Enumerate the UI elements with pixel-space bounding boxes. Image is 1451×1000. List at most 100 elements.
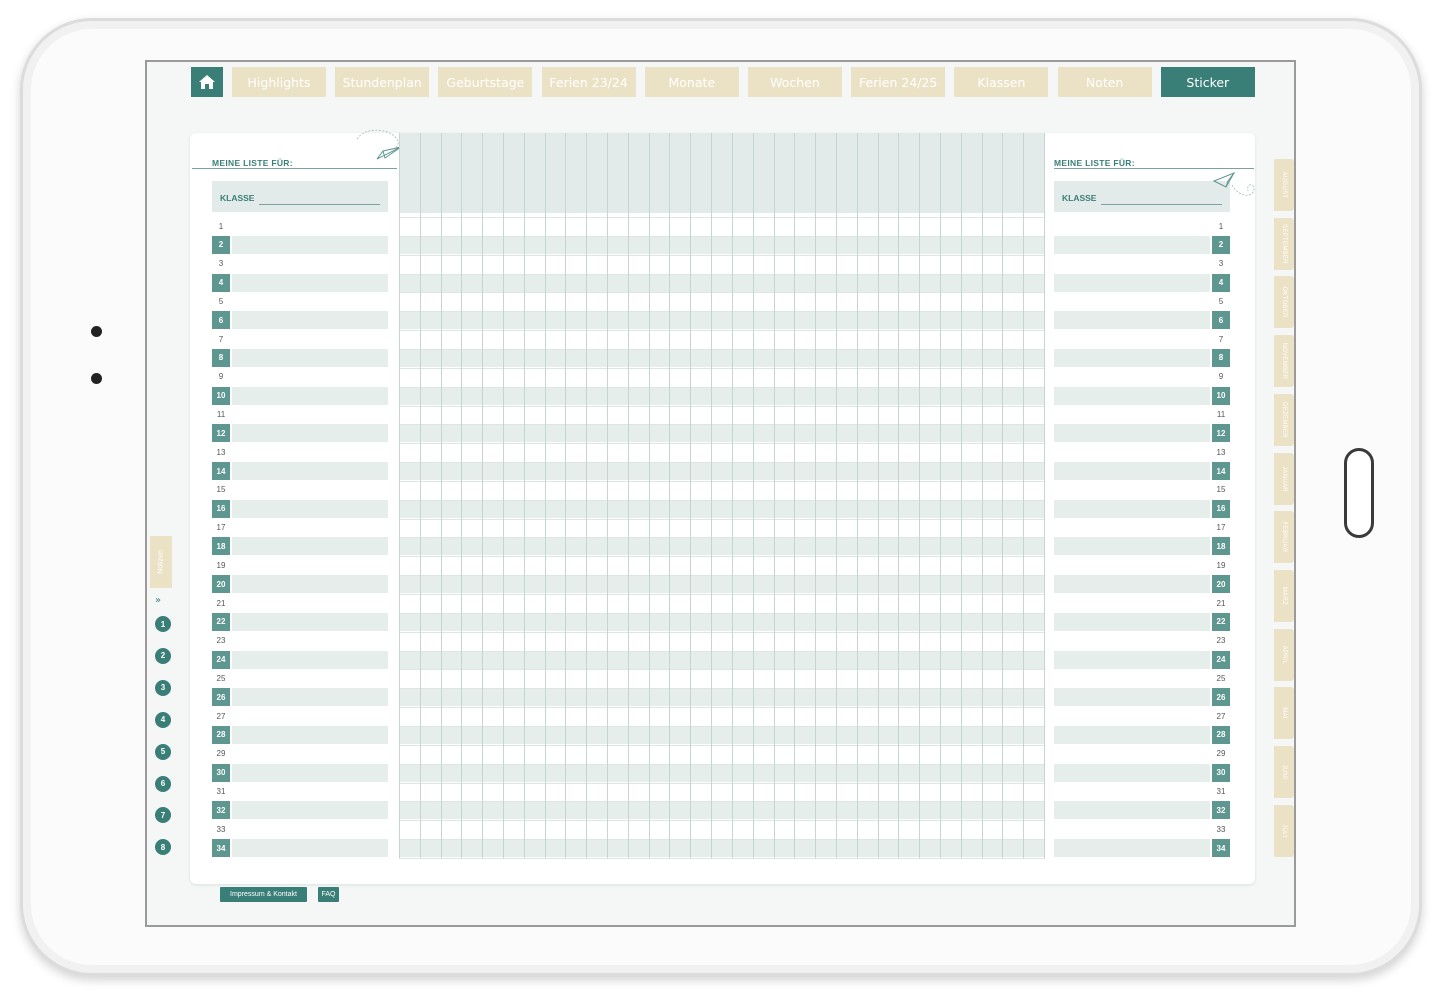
name-row[interactable]: 13 (212, 443, 388, 461)
page-4-button[interactable]: 4 (155, 711, 171, 728)
month-tab-4[interactable]: NOVEMBER (1274, 335, 1294, 388)
name-row[interactable]: 11 (1054, 406, 1230, 424)
name-row[interactable]: 28 (212, 725, 388, 744)
month-tab-12[interactable]: JULI (1274, 804, 1294, 857)
month-tab-2[interactable]: SEPTEMBER (1274, 217, 1294, 270)
name-row[interactable]: 24 (1054, 650, 1230, 669)
month-tab-10[interactable]: MAI (1274, 687, 1294, 740)
faq-button[interactable]: FAQ (318, 887, 339, 902)
name-row[interactable]: 34 (212, 839, 388, 858)
page-7-button[interactable]: 7 (155, 807, 171, 824)
name-row[interactable]: 1 (1054, 217, 1230, 235)
right-class-field[interactable]: KLASSE (1054, 181, 1230, 212)
month-tab-9[interactable]: APRIL (1274, 628, 1294, 681)
name-row[interactable]: 15 (212, 481, 388, 499)
month-tab-5[interactable]: DEZEMBER (1274, 393, 1294, 446)
grid-row[interactable] (399, 273, 1045, 292)
grid-row[interactable] (399, 235, 1045, 254)
name-row[interactable]: 23 (1054, 632, 1230, 650)
name-row[interactable]: 29 (212, 745, 388, 763)
name-row[interactable]: 14 (212, 462, 388, 481)
name-row[interactable]: 8 (212, 348, 388, 367)
grid-row[interactable] (399, 348, 1045, 367)
grid-row[interactable] (399, 462, 1045, 481)
name-row[interactable]: 27 (212, 707, 388, 725)
name-row[interactable]: 21 (1054, 594, 1230, 612)
grid-row[interactable] (399, 801, 1045, 820)
name-row[interactable]: 18 (1054, 537, 1230, 556)
name-row[interactable]: 25 (212, 669, 388, 687)
home-tab[interactable] (191, 67, 223, 97)
name-row[interactable]: 22 (1054, 612, 1230, 631)
name-row[interactable]: 25 (1054, 669, 1230, 687)
page-1-button[interactable]: 1 (155, 616, 171, 632)
name-row[interactable]: 5 (212, 292, 388, 310)
grid-row[interactable] (399, 311, 1045, 330)
name-row[interactable]: 33 (212, 820, 388, 838)
name-row[interactable]: 33 (1054, 820, 1230, 838)
name-row[interactable]: 15 (1054, 481, 1230, 499)
tab-stundenplan[interactable]: Stundenplan (335, 67, 430, 97)
name-row[interactable]: 3 (212, 255, 388, 273)
month-tab-3[interactable]: OKTOBER (1274, 276, 1294, 329)
name-row[interactable]: 30 (212, 763, 388, 782)
name-row[interactable]: 8 (1054, 348, 1230, 367)
tracking-grid[interactable] (399, 133, 1045, 859)
name-row[interactable]: 18 (212, 537, 388, 556)
name-row[interactable]: 34 (1054, 839, 1230, 858)
page-2-button[interactable]: 2 (155, 647, 171, 664)
name-row[interactable]: 31 (212, 783, 388, 801)
grid-row[interactable] (399, 688, 1045, 707)
name-row[interactable]: 11 (212, 406, 388, 424)
page-5-button[interactable]: 5 (155, 743, 171, 760)
tab-noten[interactable]: Noten (1057, 67, 1152, 97)
name-row[interactable]: 2 (212, 235, 388, 254)
name-row[interactable]: 16 (1054, 499, 1230, 518)
name-row[interactable]: 24 (212, 650, 388, 669)
name-row[interactable]: 1 (212, 217, 388, 235)
name-row[interactable]: 32 (1054, 801, 1230, 820)
name-row[interactable]: 14 (1054, 462, 1230, 481)
name-row[interactable]: 26 (1054, 688, 1230, 707)
name-row[interactable]: 19 (212, 556, 388, 574)
name-row[interactable]: 23 (212, 632, 388, 650)
name-row[interactable]: 20 (1054, 575, 1230, 594)
grid-row[interactable] (399, 386, 1045, 405)
name-row[interactable]: 20 (212, 575, 388, 594)
name-row[interactable]: 7 (1054, 330, 1230, 348)
chevron-down-icon[interactable]: » (155, 595, 161, 606)
tab-klassen[interactable]: Klassen (954, 67, 1049, 97)
name-row[interactable]: 2 (1054, 235, 1230, 254)
grid-row[interactable] (399, 725, 1045, 744)
name-row[interactable]: 10 (1054, 386, 1230, 405)
grid-row[interactable] (399, 839, 1045, 858)
name-row[interactable]: 26 (212, 688, 388, 707)
tablet-home-button[interactable] (1344, 448, 1374, 538)
tab-geburtstage[interactable]: Geburtstage (438, 67, 533, 97)
tab-ferien-23-24[interactable]: Ferien 23/24 (541, 67, 636, 97)
name-row[interactable]: 9 (212, 368, 388, 386)
name-row[interactable]: 27 (1054, 707, 1230, 725)
name-row[interactable]: 9 (1054, 368, 1230, 386)
page-8-button[interactable]: 8 (155, 839, 171, 856)
name-row[interactable]: 29 (1054, 745, 1230, 763)
grid-row[interactable] (399, 424, 1045, 443)
name-row[interactable]: 10 (212, 386, 388, 405)
tab-highlights[interactable]: Highlights (232, 67, 326, 97)
tab-monate[interactable]: Monate (644, 67, 739, 97)
grid-row[interactable] (399, 575, 1045, 594)
grid-row[interactable] (399, 537, 1045, 556)
page-3-button[interactable]: 3 (155, 679, 171, 696)
impressum-button[interactable]: Impressum & Kontakt (220, 887, 307, 902)
name-row[interactable]: 28 (1054, 725, 1230, 744)
name-row[interactable]: 17 (1054, 519, 1230, 537)
name-row[interactable]: 4 (1054, 273, 1230, 292)
name-row[interactable]: 6 (1054, 311, 1230, 330)
grid-row[interactable] (399, 612, 1045, 631)
grid-row[interactable] (399, 763, 1045, 782)
name-row[interactable]: 13 (1054, 443, 1230, 461)
month-tab-8[interactable]: MÄRZ (1274, 569, 1294, 622)
grid-row[interactable] (399, 499, 1045, 518)
page-6-button[interactable]: 6 (155, 775, 171, 792)
name-row[interactable]: 16 (212, 499, 388, 518)
